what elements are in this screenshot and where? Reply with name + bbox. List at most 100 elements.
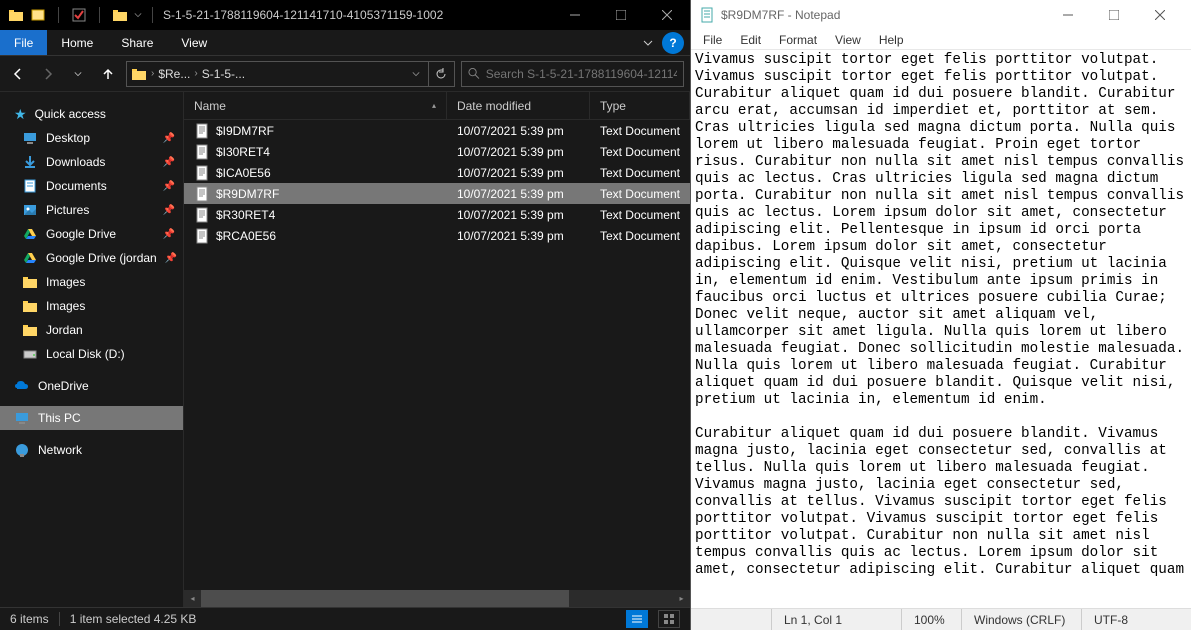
file-row[interactable]: $I30RET410/07/2021 5:39 pmText Document: [184, 141, 690, 162]
recent-locations-button[interactable]: [66, 62, 90, 86]
file-row[interactable]: $R30RET410/07/2021 5:39 pmText Document: [184, 204, 690, 225]
breadcrumb-segment[interactable]: $Re...: [158, 67, 190, 81]
qat-dropdown-icon[interactable]: [134, 11, 142, 19]
home-tab[interactable]: Home: [47, 30, 107, 55]
scroll-right-button[interactable]: ▸: [673, 590, 690, 607]
column-type[interactable]: Type: [590, 92, 690, 119]
file-tab[interactable]: File: [0, 30, 47, 55]
file-type: Text Document: [590, 187, 690, 201]
onedrive-header[interactable]: OneDrive: [0, 374, 183, 398]
details-view-button[interactable]: [626, 610, 648, 628]
text-file-icon: [194, 123, 210, 139]
notepad-text-area[interactable]: Vivamus suscipit tortor eget felis portt…: [691, 50, 1191, 608]
file-date: 10/07/2021 5:39 pm: [447, 229, 590, 243]
desktop-icon: [22, 130, 38, 146]
file-date: 10/07/2021 5:39 pm: [447, 187, 590, 201]
file-type: Text Document: [590, 124, 690, 138]
column-name[interactable]: Name▴: [184, 92, 447, 119]
close-button[interactable]: [1137, 0, 1183, 30]
menu-edit[interactable]: Edit: [732, 31, 769, 49]
maximize-button[interactable]: [598, 0, 644, 30]
address-bar-row: › $Re... › S-1-5-...: [0, 56, 690, 92]
nav-item[interactable]: Images: [0, 270, 183, 294]
menu-help[interactable]: Help: [871, 31, 912, 49]
file-name: $I9DM7RF: [216, 124, 274, 138]
checkbox-qat-icon[interactable]: [71, 7, 87, 23]
file-type: Text Document: [590, 145, 690, 159]
this-pc-header[interactable]: This PC: [0, 406, 183, 430]
breadcrumb-segment[interactable]: S-1-5-...: [202, 67, 245, 81]
view-tab[interactable]: View: [167, 30, 221, 55]
network-header[interactable]: Network: [0, 438, 183, 462]
nav-item[interactable]: Images: [0, 294, 183, 318]
nav-item[interactable]: Pictures📌: [0, 198, 183, 222]
file-row[interactable]: $ICA0E5610/07/2021 5:39 pmText Document: [184, 162, 690, 183]
horizontal-scrollbar[interactable]: ◂ ▸: [184, 590, 690, 607]
address-dropdown-button[interactable]: [408, 67, 424, 81]
nav-item[interactable]: Local Disk (D:): [0, 342, 183, 366]
cursor-position: Ln 1, Col 1: [771, 609, 901, 630]
address-bar[interactable]: › $Re... › S-1-5-...: [126, 61, 429, 87]
quick-access-header[interactable]: ★Quick access: [0, 102, 183, 126]
item-count: 6 items: [10, 612, 49, 626]
navigation-pane[interactable]: ★Quick access Desktop📌Downloads📌Document…: [0, 92, 183, 607]
menu-format[interactable]: Format: [771, 31, 825, 49]
file-date: 10/07/2021 5:39 pm: [447, 145, 590, 159]
file-row[interactable]: $I9DM7RF10/07/2021 5:39 pmText Document: [184, 120, 690, 141]
column-date[interactable]: Date modified: [447, 92, 590, 119]
file-row[interactable]: $RCA0E5610/07/2021 5:39 pmText Document: [184, 225, 690, 246]
close-button[interactable]: [644, 0, 690, 30]
minimize-button[interactable]: [1045, 0, 1091, 30]
notepad-menu-bar: File Edit Format View Help: [691, 30, 1191, 50]
nav-item[interactable]: Google Drive (jordan📌: [0, 246, 183, 270]
file-type: Text Document: [590, 166, 690, 180]
pin-icon: 📌: [163, 133, 175, 144]
file-list-pane: Name▴ Date modified Type $I9DM7RF10/07/2…: [183, 92, 690, 607]
text-file-icon: [194, 228, 210, 244]
nav-item[interactable]: Downloads📌: [0, 150, 183, 174]
explorer-titlebar[interactable]: S-1-5-21-1788119604-121141710-4105371159…: [0, 0, 690, 30]
up-button[interactable]: [96, 62, 120, 86]
explorer-app-icon: [30, 7, 46, 23]
nav-item[interactable]: Jordan: [0, 318, 183, 342]
scrollbar-thumb[interactable]: [201, 590, 569, 607]
file-date: 10/07/2021 5:39 pm: [447, 166, 590, 180]
menu-view[interactable]: View: [827, 31, 869, 49]
scroll-left-button[interactable]: ◂: [184, 590, 201, 607]
folder-icon: [131, 66, 147, 82]
nav-item[interactable]: Google Drive📌: [0, 222, 183, 246]
search-box[interactable]: [461, 61, 684, 87]
pin-icon: 📌: [163, 157, 175, 168]
encoding: UTF-8: [1081, 609, 1191, 630]
folder-qat-icon[interactable]: [112, 7, 128, 23]
forward-button[interactable]: [36, 62, 60, 86]
ribbon-collapse-button[interactable]: [634, 30, 662, 55]
folder-icon: [22, 322, 38, 338]
nav-item[interactable]: Desktop📌: [0, 126, 183, 150]
file-row[interactable]: $R9DM7RF10/07/2021 5:39 pmText Document: [184, 183, 690, 204]
chevron-right-icon[interactable]: ›: [151, 68, 154, 79]
column-headers: Name▴ Date modified Type: [184, 92, 690, 120]
thumbnails-view-button[interactable]: [658, 610, 680, 628]
notepad-titlebar[interactable]: $R9DM7RF - Notepad: [691, 0, 1191, 30]
gdrive-icon: [22, 250, 38, 266]
notepad-window: $R9DM7RF - Notepad File Edit Format View…: [690, 0, 1191, 630]
file-list[interactable]: $I9DM7RF10/07/2021 5:39 pmText Document$…: [184, 120, 690, 590]
share-tab[interactable]: Share: [107, 30, 167, 55]
file-type: Text Document: [590, 208, 690, 222]
notepad-status-bar: Ln 1, Col 1 100% Windows (CRLF) UTF-8: [691, 608, 1191, 630]
downloads-icon: [22, 154, 38, 170]
menu-file[interactable]: File: [695, 31, 730, 49]
minimize-button[interactable]: [552, 0, 598, 30]
help-button[interactable]: ?: [662, 32, 684, 54]
refresh-button[interactable]: [429, 61, 455, 87]
pin-icon: 📌: [165, 253, 177, 264]
nav-item[interactable]: Documents📌: [0, 174, 183, 198]
maximize-button[interactable]: [1091, 0, 1137, 30]
chevron-right-icon[interactable]: ›: [194, 68, 197, 79]
back-button[interactable]: [6, 62, 30, 86]
file-explorer-window: S-1-5-21-1788119604-121141710-4105371159…: [0, 0, 690, 630]
search-input[interactable]: [486, 67, 677, 81]
text-file-icon: [194, 207, 210, 223]
notepad-title: $R9DM7RF - Notepad: [721, 8, 1045, 22]
